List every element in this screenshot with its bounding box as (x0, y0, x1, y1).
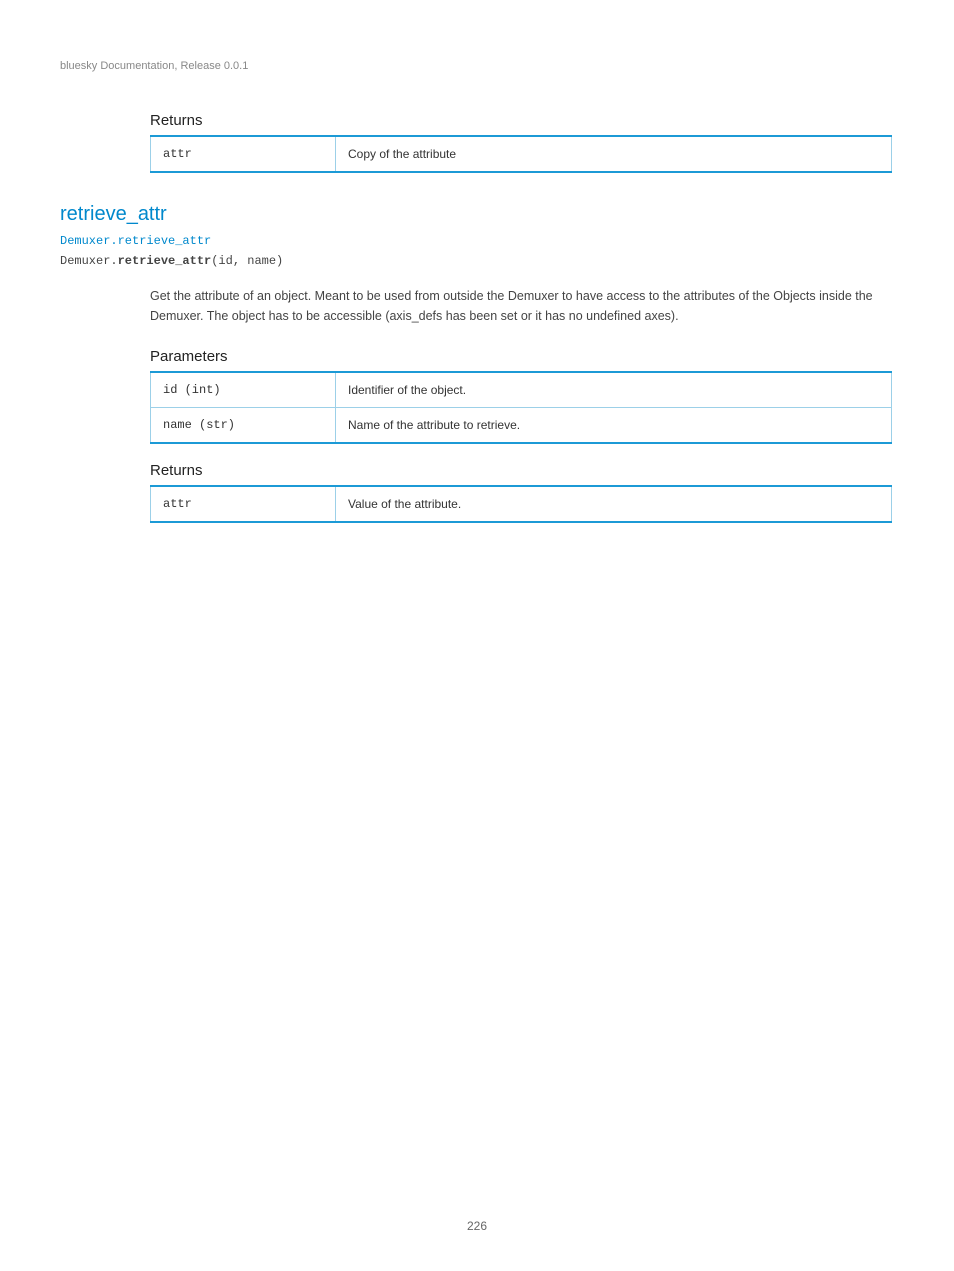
method-description: Get the attribute of an object. Meant to… (150, 286, 894, 326)
table-row: id (int) Identifier of the object. (151, 372, 892, 408)
param-val: Name of the attribute to retrieve. (336, 408, 892, 444)
return-key: attr (151, 486, 336, 522)
returns-heading-2: Returns (150, 462, 894, 479)
section-title-retrieve-attr: retrieve_attr (60, 203, 894, 226)
table-row: attr Copy of the attribute (151, 136, 892, 172)
return-key: attr (151, 136, 336, 172)
parameters-table: id (int) Identifier of the object. name … (150, 371, 892, 444)
class-path-link[interactable]: Demuxer.retrieve_attr (60, 234, 894, 248)
return-val: Value of the attribute. (336, 486, 892, 522)
page-header: bluesky Documentation, Release 0.0.1 (60, 60, 894, 72)
usage-signature: Demuxer.retrieve_attr(id, name) (60, 254, 894, 268)
returns-heading: Returns (150, 112, 894, 129)
parameters-heading: Parameters (150, 348, 894, 365)
return-val: Copy of the attribute (336, 136, 892, 172)
param-key: name (str) (151, 408, 336, 444)
param-key: id (int) (151, 372, 336, 408)
table-row: name (str) Name of the attribute to retr… (151, 408, 892, 444)
returns-table-1: attr Copy of the attribute (150, 135, 892, 173)
doc-title: bluesky Documentation, Release 0.0.1 (60, 60, 248, 72)
table-row: attr Value of the attribute. (151, 486, 892, 522)
param-val: Identifier of the object. (336, 372, 892, 408)
returns-table-2: attr Value of the attribute. (150, 485, 892, 523)
page-number: 226 (0, 1219, 954, 1233)
